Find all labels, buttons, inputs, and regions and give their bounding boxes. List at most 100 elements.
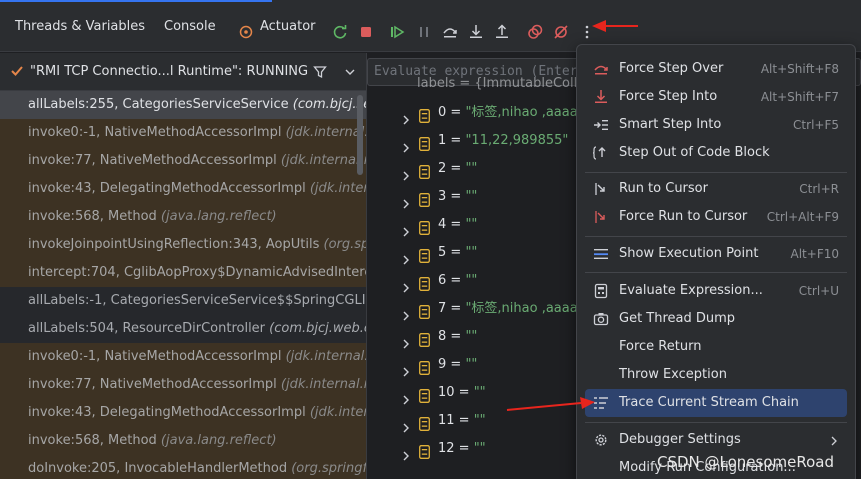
frames-list: allLabels:255, CategoriesServiceService … — [0, 91, 366, 479]
stack-frame-row[interactable]: invoke:77, NativeMethodAccessorImpl (jdk… — [0, 147, 366, 175]
chevron-right-icon[interactable] — [402, 388, 410, 405]
stack-frame-row[interactable]: invoke0:-1, NativeMethodAccessorImpl (jd… — [0, 119, 366, 147]
chevron-right-icon[interactable] — [402, 416, 410, 433]
camera-icon — [593, 311, 609, 327]
menu-item-label: Evaluate Expression... — [619, 283, 763, 298]
view-breakpoints-icon[interactable] — [526, 23, 544, 41]
menu-item-trace-stream-chain[interactable]: Trace Current Stream Chain — [585, 389, 847, 417]
menu-item-smart-step-into[interactable]: Smart Step Into Ctrl+F5 — [585, 111, 847, 139]
field-icon — [419, 414, 430, 431]
rerun-icon[interactable] — [331, 23, 349, 41]
menu-item-label: Force Return — [619, 339, 702, 354]
execution-point-icon — [593, 246, 609, 262]
menu-item-label: Force Step Into — [619, 89, 718, 104]
variable-name: 12 = — [438, 441, 474, 456]
step-out-icon[interactable] — [493, 23, 511, 41]
variable-name: 5 = — [438, 245, 466, 260]
menu-item-force-step-into[interactable]: Force Step Into Alt+Shift+F7 — [585, 83, 847, 111]
annotation-arrow-top — [592, 20, 638, 32]
menu-item-force-step-over[interactable]: Force Step Over Alt+Shift+F8 — [585, 55, 847, 83]
step-into-icon[interactable] — [467, 23, 485, 41]
menu-item-get-thread-dump[interactable]: Get Thread Dump — [585, 305, 847, 333]
menu-separator — [585, 172, 847, 173]
filter-icon[interactable] — [313, 65, 327, 79]
stack-frame-row[interactable]: invoke:43, DelegatingMethodAccessorImpl … — [0, 399, 366, 427]
menu-item-force-return[interactable]: Force Return — [585, 333, 847, 361]
chevron-right-icon[interactable] — [402, 304, 410, 321]
field-icon — [419, 162, 430, 179]
variable-value: "" — [473, 385, 486, 400]
menu-separator — [585, 422, 847, 423]
menu-item-shortcut: Alt+Shift+F8 — [760, 62, 839, 76]
chevron-right-icon[interactable] — [402, 444, 410, 461]
field-icon — [419, 302, 430, 319]
force-step-over-icon — [593, 61, 609, 77]
stack-frame-row[interactable]: allLabels:-1, CategoriesServiceService$$… — [0, 287, 366, 315]
chevron-right-icon[interactable] — [402, 136, 410, 153]
menu-item-label: Run to Cursor — [619, 181, 708, 196]
stack-frame-method: allLabels:-1, CategoriesServiceService$$… — [28, 293, 366, 308]
smart-step-into-icon — [593, 117, 609, 133]
resume-icon[interactable] — [388, 23, 406, 41]
chevron-right-icon[interactable] — [402, 276, 410, 293]
pause-icon[interactable] — [415, 23, 433, 41]
field-icon — [419, 134, 430, 151]
stack-frame-row[interactable]: doInvoke:205, InvocableHandlerMethod (or… — [0, 455, 366, 479]
menu-item-evaluate-expression[interactable]: Evaluate Expression... Ctrl+U — [585, 277, 847, 305]
variable-text: 1 = "11,22,989855" — [438, 127, 568, 155]
stack-frame-row[interactable]: invoke:568, Method (java.lang.reflect) — [0, 203, 366, 231]
variable-value: "标签,nihao ,aaaaaa — [465, 105, 594, 120]
menu-item-shortcut: Ctrl+F5 — [793, 118, 839, 132]
step-over-icon[interactable] — [441, 23, 459, 41]
tab-actuator[interactable]: Actuator — [260, 19, 316, 49]
stack-frame-row[interactable]: invokeJoinpointUsingReflection:343, AopU… — [0, 231, 366, 259]
stack-frame-row[interactable]: invoke:43, DelegatingMethodAccessorImpl … — [0, 175, 366, 203]
chevron-right-icon[interactable] — [402, 164, 410, 181]
chevron-right-icon[interactable] — [402, 220, 410, 237]
menu-item-force-run-to-cursor[interactable]: Force Run to Cursor Ctrl+Alt+F9 — [585, 203, 847, 231]
stack-frame-method: invokeJoinpointUsingReflection:343, AopU… — [28, 237, 324, 252]
menu-item-run-to-cursor[interactable]: Run to Cursor Ctrl+R — [585, 175, 847, 203]
watermark: CSDN @LonesomeRoad — [657, 453, 835, 471]
variable-name: 2 = — [438, 161, 466, 176]
tab-threads-variables[interactable]: Threads & Variables — [15, 19, 145, 49]
stack-frame-row[interactable]: invoke:77, NativeMethodAccessorImpl (jdk… — [0, 371, 366, 399]
menu-item-step-out-code-block[interactable]: Step Out of Code Block — [585, 139, 847, 167]
variable-name: 0 = — [438, 105, 466, 120]
mute-breakpoints-icon[interactable] — [552, 23, 570, 41]
menu-item-label: Step Out of Code Block — [619, 145, 770, 160]
stack-frame-location: (com.bjcj.serv — [292, 97, 366, 112]
menu-item-debugger-settings[interactable]: Debugger Settings — [585, 426, 847, 454]
menu-separator — [585, 236, 847, 237]
menu-item-label: Throw Exception — [619, 367, 727, 382]
stack-frame-row[interactable]: invoke0:-1, NativeMethodAccessorImpl (jd… — [0, 343, 366, 371]
variable-value: "" — [473, 413, 486, 428]
thread-selector[interactable]: "RMI TCP Connectio...l Runtime": RUNNING — [0, 53, 366, 91]
chevron-down-icon[interactable] — [344, 66, 356, 78]
stack-frame-row[interactable]: intercept:704, CglibAopProxy$DynamicAdvi… — [0, 259, 366, 287]
stack-frame-method: invoke:43, DelegatingMethodAccessorImpl — [28, 181, 310, 196]
variable-name: 11 = — [438, 413, 474, 428]
chevron-right-icon[interactable] — [402, 108, 410, 125]
chevron-right-icon[interactable] — [402, 332, 410, 349]
stack-frame-row[interactable]: invoke:568, Method (java.lang.reflect) — [0, 427, 366, 455]
menu-item-show-execution-point[interactable]: Show Execution Point Alt+F10 — [585, 240, 847, 268]
stack-frame-method: invoke:568, Method — [28, 433, 161, 448]
tab-console[interactable]: Console — [164, 19, 216, 49]
chevron-right-icon[interactable] — [402, 192, 410, 209]
variable-value: "" — [465, 189, 478, 204]
stack-frame-method: invoke:43, DelegatingMethodAccessorImpl — [28, 405, 310, 420]
menu-item-throw-exception[interactable]: Throw Exception — [585, 361, 847, 389]
stack-frame-location: (jdk.interna — [309, 181, 366, 196]
menu-item-label: Get Thread Dump — [619, 311, 736, 326]
stop-icon[interactable] — [357, 23, 375, 41]
chevron-right-icon[interactable] — [402, 360, 410, 377]
stack-frame-row[interactable]: allLabels:504, ResourceDirController (co… — [0, 315, 366, 343]
chevron-right-icon[interactable] — [402, 248, 410, 265]
frames-scrollbar[interactable] — [357, 95, 363, 175]
stack-frame-method: invoke:77, NativeMethodAccessorImpl — [28, 377, 281, 392]
stack-frame-location: (java.lang.reflect) — [160, 433, 277, 448]
field-icon — [419, 386, 430, 403]
stack-frame-location: (jdk.internal.re — [285, 125, 366, 140]
stack-frame-row[interactable]: allLabels:255, CategoriesServiceService … — [0, 91, 366, 119]
